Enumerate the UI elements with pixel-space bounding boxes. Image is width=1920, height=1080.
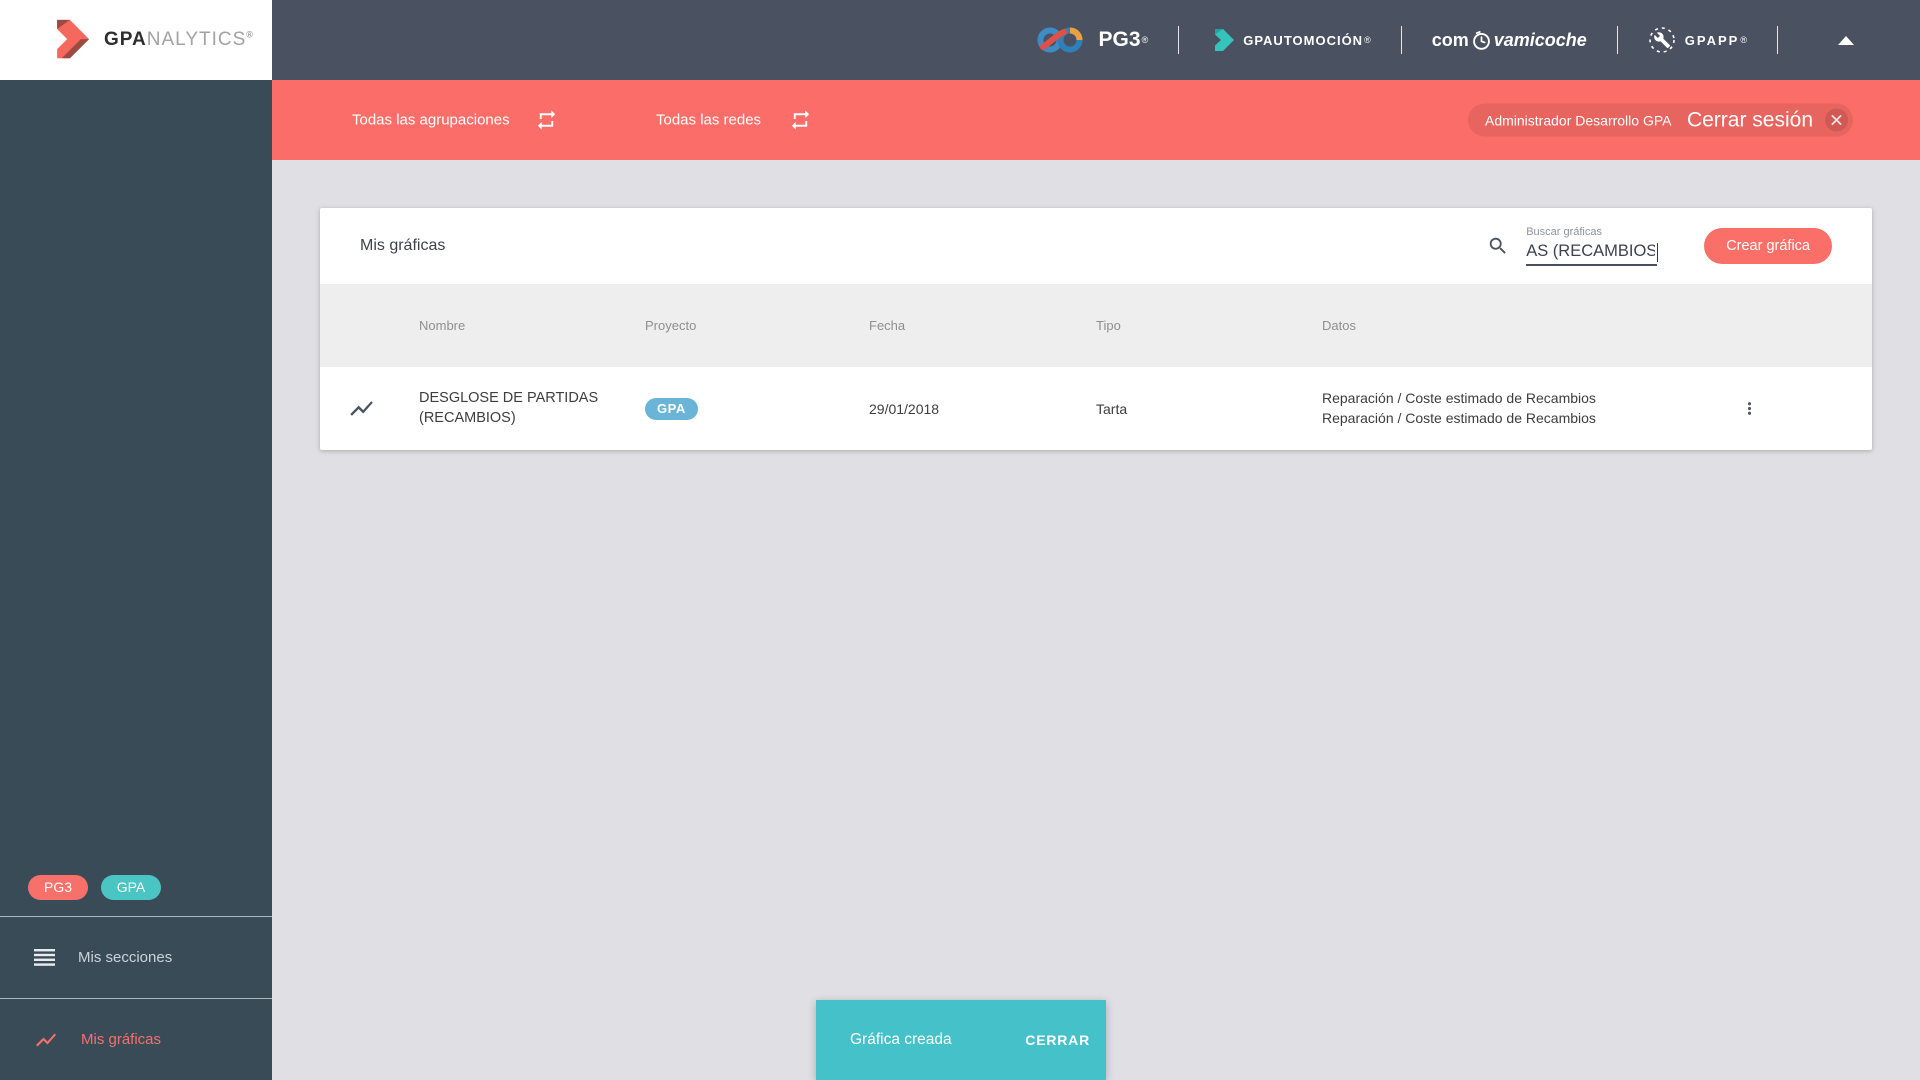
col-header-nombre: Nombre <box>419 318 466 333</box>
user-session-pill: Administrador Desarrollo GPA Cerrar sesi… <box>1468 103 1853 137</box>
pg3-label: PG3 <box>1098 28 1141 51</box>
page-title: Mis gráficas <box>360 237 446 254</box>
table-row[interactable]: DESGLOSE DE PARTIDAS (RECAMBIOS) GPA 29/… <box>320 367 1872 450</box>
row-data: Reparación / Coste estimado de Recambios… <box>1322 389 1708 428</box>
sections-menu-icon <box>34 949 55 966</box>
search-input[interactable] <box>1526 241 1658 266</box>
topbar-divider <box>1777 26 1778 54</box>
gpapp-reg: ® <box>1740 35 1747 45</box>
gpanalytics-logo-text: GPANALYTICS® <box>104 29 254 51</box>
row-data-line: Reparación / Coste estimado de Recambios <box>1322 409 1596 426</box>
table-header: Nombre Proyecto Fecha Tipo Datos <box>320 284 1872 367</box>
comprovamicoche-logo[interactable]: com vamicoche <box>1432 30 1587 51</box>
swap-agrupaciones-icon[interactable] <box>535 109 558 132</box>
search-label: Buscar gráficas <box>1526 226 1602 238</box>
sidebar-item-mis-graficas[interactable]: Mis gráficas <box>0 999 272 1080</box>
gpautomocion-label: GPAUTOMOCIÓN <box>1243 32 1364 48</box>
row-data-line: Reparación / Coste estimado de Recambios <box>1322 389 1596 406</box>
search-field: Buscar gráficas <box>1526 226 1659 266</box>
gpanalytics-logo[interactable]: GPANALYTICS® <box>0 0 272 80</box>
gpautomocion-reg: ® <box>1364 35 1371 45</box>
clock-icon <box>1472 30 1490 50</box>
gpautomocion-arrow-icon <box>1215 29 1235 51</box>
user-name: Administrador Desarrollo GPA <box>1485 112 1672 128</box>
gpautomocion-logo[interactable]: GPAUTOMOCIÓN ® <box>1209 28 1371 52</box>
row-chart-type-icon <box>350 401 373 416</box>
pg3-badge[interactable]: PG3 <box>28 874 88 900</box>
snackbar-message: Gráfica creada <box>850 1031 952 1048</box>
col-header-tipo: Tipo <box>1096 318 1121 333</box>
swap-redes-icon[interactable] <box>789 109 812 132</box>
collapse-caret-icon[interactable] <box>1838 35 1854 45</box>
col-header-datos: Datos <box>1322 318 1356 333</box>
mis-graficas-card: Mis gráficas Buscar gráficas Crear gráfi… <box>320 208 1872 450</box>
gpapp-logo[interactable]: GPAPP ® <box>1648 26 1747 54</box>
topbar-divider <box>1400 26 1402 54</box>
sidebar-item-label: Mis gráficas <box>81 1031 162 1048</box>
topbar-divider <box>1178 26 1180 54</box>
wrench-icon <box>1648 27 1675 53</box>
gpa-badge[interactable]: GPA <box>101 874 161 900</box>
header: GPANALYTICS® PG3 ® GPAUTOMOCIÓN ® com va… <box>0 0 1920 80</box>
pg3-logo[interactable]: PG3 ® <box>1037 25 1149 55</box>
gpapp-label: GPAPP <box>1684 32 1740 48</box>
col-header-fecha: Fecha <box>869 318 906 333</box>
row-date: 29/01/2018 <box>869 400 940 417</box>
snackbar-close-button[interactable]: CERRAR <box>1025 1032 1090 1048</box>
filter-bar: Todas las agrupaciones Todas las redes A… <box>272 80 1920 160</box>
row-menu-button[interactable] <box>1740 399 1759 418</box>
filter-redes[interactable]: Todas las redes <box>656 112 761 129</box>
row-name: DESGLOSE DE PARTIDAS (RECAMBIOS) <box>419 390 599 426</box>
gpanalytics-reg: ® <box>246 29 254 40</box>
logout-button[interactable]: Cerrar sesión <box>1687 108 1813 132</box>
pg3-infinity-icon <box>1037 27 1083 53</box>
sidebar-bottom: PG3 GPA Mis secciones Mis gráficas <box>0 858 272 1080</box>
card-header: Mis gráficas Buscar gráficas Crear gráfi… <box>320 208 1872 284</box>
gpanalytics-bold: GPA <box>104 29 147 50</box>
sidebar-item-mis-secciones[interactable]: Mis secciones <box>0 917 272 998</box>
sidebar: PG3 GPA Mis secciones Mis gráficas <box>0 80 272 1080</box>
sidebar-badges: PG3 GPA <box>0 858 272 916</box>
col-header-proyecto: Proyecto <box>645 318 697 333</box>
line-chart-icon <box>36 1033 56 1046</box>
gpanalytics-light: NALYTICS <box>146 29 247 50</box>
row-type: Tarta <box>1096 400 1128 417</box>
comprova-part2: vamicoche <box>1493 29 1587 50</box>
logout-icon[interactable] <box>1825 108 1848 132</box>
gpanalytics-arrow-icon <box>57 19 90 59</box>
text-caret <box>1656 243 1659 262</box>
snackbar: Gráfica creada CERRAR <box>816 1000 1106 1080</box>
topbar-divider <box>1616 26 1618 54</box>
create-chart-button[interactable]: Crear gráfica <box>1704 228 1832 264</box>
sidebar-item-label: Mis secciones <box>78 949 173 966</box>
top-bar: PG3 ® GPAUTOMOCIÓN ® com vamicoche GPAPP… <box>272 0 1920 80</box>
x-icon <box>1831 114 1842 126</box>
pg3-reg: ® <box>1141 35 1149 45</box>
comprova-part1: com <box>1431 29 1469 50</box>
search-icon[interactable] <box>1487 235 1509 257</box>
row-project-badge: GPA <box>645 397 698 420</box>
filter-agrupaciones[interactable]: Todas las agrupaciones <box>352 112 510 129</box>
